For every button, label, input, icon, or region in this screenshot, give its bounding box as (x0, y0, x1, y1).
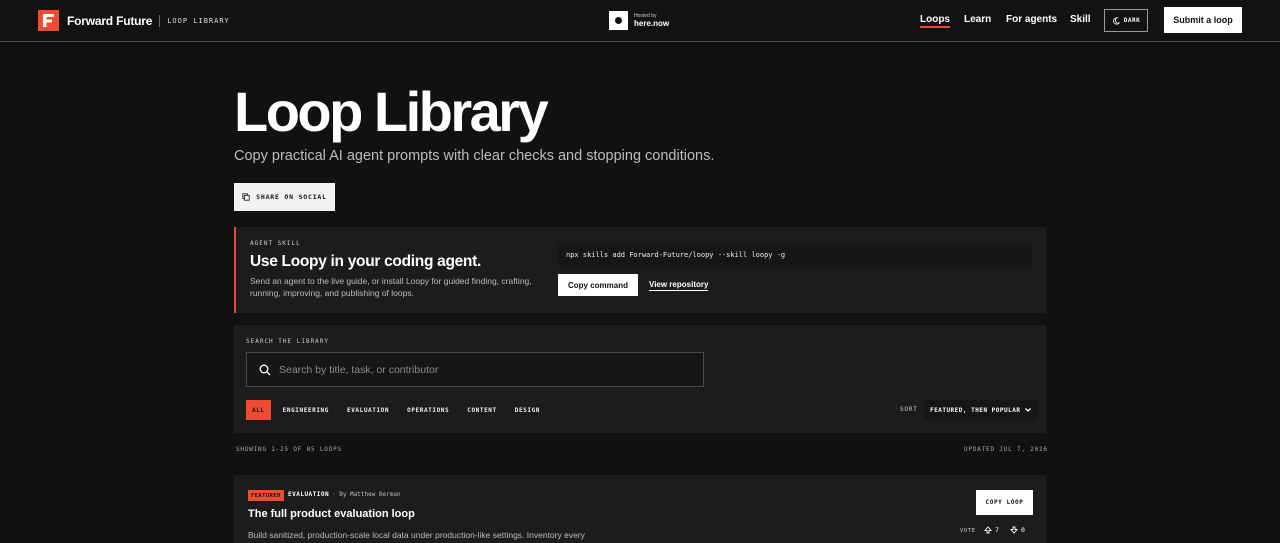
search-icon (259, 364, 271, 375)
sort-value: FEATURED, THEN POPULAR (930, 406, 1021, 414)
search-input[interactable] (279, 363, 679, 376)
brand-name: Forward Future (67, 13, 153, 28)
loop-author[interactable]: · By Matthew Berman (332, 491, 401, 498)
loop-title[interactable]: The full product evaluation loop (248, 508, 415, 520)
brand-link[interactable]: Forward Future LOOP LIBRARY (38, 10, 230, 31)
downvote-count: 0 (1021, 526, 1025, 534)
nav-skill[interactable]: Skill (1070, 14, 1091, 25)
share-on-social-button[interactable]: SHARE ON SOCIAL (234, 183, 335, 211)
hosted-by-link[interactable]: Hosted by here.now (609, 11, 669, 30)
featured-badge: FEATURED (248, 490, 284, 501)
loop-card[interactable]: FEATURED EVALUATION · By Matthew Berman … (234, 475, 1046, 543)
results-count: SHOWING 1-25 OF 85 LOOPS (236, 446, 342, 453)
theme-toggle-label: DARK (1123, 17, 1141, 24)
brand-divider (159, 14, 161, 27)
sort-dropdown[interactable]: FEATURED, THEN POPULAR (924, 400, 1038, 420)
category-filters: ALL ENGINEERING EVALUATION OPERATIONS CO… (246, 400, 552, 420)
nav-learn[interactable]: Learn (964, 14, 991, 25)
copy-command-button[interactable]: Copy command (558, 274, 638, 296)
vote-label: VOTE (960, 528, 976, 534)
hosted-by-label: Hosted by (634, 12, 657, 19)
chevron-down-icon (1025, 408, 1031, 412)
agent-skill-description: Send an agent to the live guide, or inst… (250, 276, 532, 298)
filter-content[interactable]: CONTENT (461, 400, 503, 420)
loop-description: Build sanitized, production-scale local … (248, 530, 585, 540)
nav-loops[interactable]: Loops (920, 14, 950, 28)
search-kicker: SEARCH THE LIBRARY (246, 338, 330, 345)
filter-all[interactable]: ALL (246, 400, 271, 420)
sort-label: SORT (900, 406, 918, 413)
here-now-logo-icon (609, 11, 628, 30)
downvote-button[interactable]: 0 (1010, 526, 1025, 534)
copy-loop-button[interactable]: COPY LOOP (976, 490, 1033, 515)
moon-icon (1112, 16, 1120, 25)
brand-subtitle: LOOP LIBRARY (167, 16, 230, 25)
hosted-by-name: here.now (634, 18, 670, 28)
filter-evaluation[interactable]: EVALUATION (341, 400, 395, 420)
page-subtitle: Copy practical AI agent prompts with cle… (234, 148, 715, 164)
install-command[interactable]: npx skills add Forward-Future/loopy --sk… (558, 244, 1032, 267)
copy-icon (242, 193, 250, 201)
view-repository-link[interactable]: View repository (649, 280, 709, 291)
upvote-button[interactable]: 7 (984, 526, 999, 534)
filter-operations[interactable]: OPERATIONS (401, 400, 455, 420)
search-panel: SEARCH THE LIBRARY ALL ENGINEERING EVALU… (234, 325, 1046, 433)
search-field[interactable] (246, 352, 704, 387)
upvote-count: 7 (995, 526, 999, 534)
share-label: SHARE ON SOCIAL (256, 193, 327, 201)
agent-skill-panel: AGENT SKILL Use Loopy in your coding age… (234, 227, 1046, 313)
nav-for-agents[interactable]: For agents (1006, 14, 1057, 25)
updated-date: UPDATED JUL 7, 2026 (964, 446, 1048, 453)
agent-skill-kicker: AGENT SKILL (250, 240, 301, 247)
loop-category[interactable]: EVALUATION (288, 491, 329, 498)
forward-future-logo-icon (38, 10, 59, 31)
filter-design[interactable]: DESIGN (509, 400, 546, 420)
submit-loop-button[interactable]: Submit a loop (1164, 7, 1242, 33)
agent-skill-title: Use Loopy in your coding agent. (250, 253, 481, 270)
top-navigation-bar: Forward Future LOOP LIBRARY Hosted by he… (0, 0, 1280, 42)
theme-toggle-button[interactable]: DARK (1104, 9, 1148, 32)
filter-engineering[interactable]: ENGINEERING (277, 400, 335, 420)
arrow-up-icon (984, 526, 992, 534)
arrow-down-icon (1010, 526, 1018, 534)
page-title: Loop Library (234, 80, 549, 143)
